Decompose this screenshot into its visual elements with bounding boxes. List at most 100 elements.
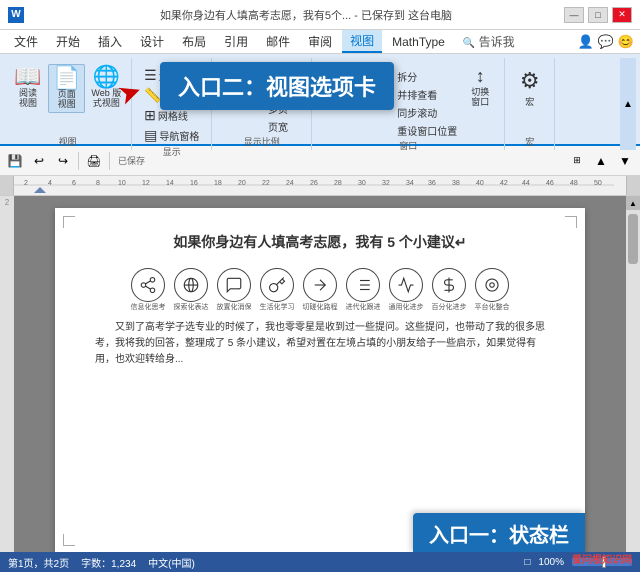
menu-start[interactable]: 开始 — [48, 31, 88, 52]
maximize-btn[interactable]: □ — [588, 7, 608, 23]
menu-design[interactable]: 设计 — [132, 31, 172, 52]
svg-text:2: 2 — [24, 180, 28, 187]
doc-icon-5: 进代化跟进 — [346, 268, 381, 312]
document-body-text: 又到了高考学子选专业的时候了，我也零零星是收到过一些提问。这些提问，也带动了我的… — [95, 320, 545, 368]
svg-text:34: 34 — [406, 180, 414, 187]
read-view-btn[interactable]: 📖 阅读视图 — [10, 64, 46, 111]
view-toggle-btn[interactable]: ⊞ — [566, 150, 588, 172]
doc-icon-3: 生活化学习 — [260, 268, 295, 312]
toolbar-separator-2 — [109, 152, 110, 170]
icon-label-2: 放置化消保 — [217, 304, 252, 312]
macro-btn[interactable]: ⚙ 宏 — [512, 66, 548, 110]
scroll-up-btn[interactable]: ▲ — [590, 150, 612, 172]
svg-text:36: 36 — [428, 180, 436, 187]
icon-circle-8 — [475, 268, 509, 302]
document-area: 2 如果你身边有人填高考志愿，我有 5 个小建议↵ 信息化思考 探索化表达 — [0, 196, 640, 566]
menu-review[interactable]: 审阅 — [300, 31, 340, 52]
ruler-icon: 📏 — [144, 87, 161, 104]
icon-label-3: 生活化学习 — [260, 304, 295, 312]
doc-icon-4: 切磋化路程 — [303, 268, 338, 312]
ribbon-group-views: 📖 阅读视图 📄 页面视图 🌐 Web 版式视图 视图 — [4, 58, 132, 150]
icon-circle-2 — [217, 268, 251, 302]
switch-icon: ↕ — [476, 66, 485, 87]
ribbon-collapse-btn[interactable]: ▲ — [620, 58, 636, 150]
svg-text:30: 30 — [358, 180, 366, 187]
svg-text:42: 42 — [500, 180, 508, 187]
group-window-label: 窗口 — [399, 139, 417, 154]
switch-window-btn[interactable]: ↕ 切换窗口 — [462, 64, 498, 139]
view-mode-btn[interactable]: □ — [524, 557, 530, 568]
window-controls[interactable]: — □ ✕ — [564, 7, 632, 23]
scroll-down-btn[interactable]: ▼ — [614, 150, 636, 172]
navpane-icon: ▤ — [144, 127, 157, 144]
window-title: 如果你身边有人填高考志愿，我有5个... - 已保存到 这台电脑 — [48, 7, 564, 23]
svg-text:22: 22 — [262, 180, 270, 187]
reset-window-label: 重设窗口位置 — [397, 123, 457, 138]
toolbar-separator-1 — [78, 152, 79, 170]
menu-file[interactable]: 文件 — [6, 31, 46, 52]
user-icon[interactable]: 👤 — [577, 34, 593, 50]
redo-btn[interactable]: ↪ — [52, 150, 74, 172]
left-ruler-bar: 2 — [0, 196, 14, 566]
svg-text:50: 50 — [594, 180, 602, 187]
menu-view[interactable]: 视图 — [342, 30, 382, 53]
icon-label-4: 切磋化路程 — [303, 304, 338, 312]
close-btn[interactable]: ✕ — [612, 7, 632, 23]
page-view-label: 页面视图 — [58, 90, 76, 110]
ribbon: 📖 阅读视图 📄 页面视图 🌐 Web 版式视图 视图 ☰ 大纲 — [0, 54, 640, 146]
menu-tellme[interactable]: 🔍 告诉我 — [455, 31, 523, 52]
icon-label-1: 探索化表达 — [174, 304, 209, 312]
doc-icon-8: 平台化整合 — [475, 268, 510, 312]
document-page: 如果你身边有人填高考志愿，我有 5 个小建议↵ 信息化思考 探索化表达 放置化消… — [55, 208, 585, 554]
comment-icon[interactable]: 💬 — [598, 34, 614, 50]
outline-icon: ☰ — [144, 67, 157, 84]
scroll-up-arrow[interactable]: ▲ — [626, 196, 640, 210]
bottom-overlay-label: 入口一：状态栏 — [413, 513, 585, 554]
word-count: 字数：1,234 — [81, 555, 136, 570]
sync-scroll-btn[interactable]: 同步滚动 — [394, 104, 460, 121]
ruler-right-margin — [626, 176, 640, 195]
macro-label: 宏 — [525, 95, 534, 108]
save-toolbar-btn[interactable]: 💾 — [4, 150, 26, 172]
svg-text:24: 24 — [286, 180, 294, 187]
svg-text:16: 16 — [190, 180, 198, 187]
svg-text:20: 20 — [238, 180, 246, 187]
doc-icon-7: 百分化进步 — [432, 268, 467, 312]
vertical-scrollbar[interactable]: ▲ ▼ — [626, 196, 640, 566]
svg-text:14: 14 — [166, 180, 174, 187]
navpane-btn[interactable]: ▤ 导航窗格 — [141, 126, 202, 145]
menu-reference[interactable]: 引用 — [216, 31, 256, 52]
quick-access-toolbar: 💾 ↩ ↪ 🖨 已保存 ⊞ ▲ ▼ — [0, 146, 640, 176]
menu-mathtype[interactable]: MathType — [384, 33, 453, 51]
print-btn[interactable]: 🖨 — [83, 150, 105, 172]
svg-text:38: 38 — [452, 180, 460, 187]
read-view-label: 阅读视图 — [19, 89, 37, 109]
ruler-corner — [0, 176, 14, 195]
side-by-side-btn[interactable]: 并排查看 — [394, 86, 460, 103]
group-zoom-label: 显示比例 — [244, 135, 280, 150]
gridline-label: 网格线 — [158, 108, 188, 123]
minimize-btn[interactable]: — — [564, 7, 584, 23]
split-btn[interactable]: 拆分 — [394, 68, 460, 85]
menu-layout[interactable]: 布局 — [174, 31, 214, 52]
scroll-thumb[interactable] — [628, 214, 638, 264]
ruler-svg: 2 4 6 8 10 12 14 16 18 20 22 24 26 28 30… — [14, 176, 626, 195]
svg-text:26: 26 — [310, 180, 318, 187]
page-view-btn[interactable]: 📄 页面视图 — [48, 64, 85, 113]
undo-btn[interactable]: ↩ — [28, 150, 50, 172]
doc-icon-6: 通用化进步 — [389, 268, 424, 312]
ribbon-group-macro: ⚙ 宏 宏 — [505, 58, 555, 150]
brand-watermark: 爱问根知识网 — [572, 551, 632, 566]
icon-circle-5 — [346, 268, 380, 302]
page-width-btn[interactable]: 页宽 — [265, 118, 297, 135]
reset-window-btn[interactable]: 重设窗口位置 — [394, 122, 460, 139]
svg-text:44: 44 — [522, 180, 530, 187]
zoom-level: 100% — [538, 557, 564, 568]
menu-mail[interactable]: 邮件 — [258, 31, 298, 52]
status-bar: 第1页，共2页 字数：1,234 中文(中国) □ 100% — [0, 552, 640, 572]
share-icon[interactable]: 😊 — [618, 34, 634, 50]
document-icons-row: 信息化思考 探索化表达 放置化消保 生活化学习 — [95, 268, 545, 312]
group-view-label: 视图 — [59, 135, 77, 150]
icon-label-5: 进代化跟进 — [346, 304, 381, 312]
menu-insert[interactable]: 插入 — [90, 31, 130, 52]
